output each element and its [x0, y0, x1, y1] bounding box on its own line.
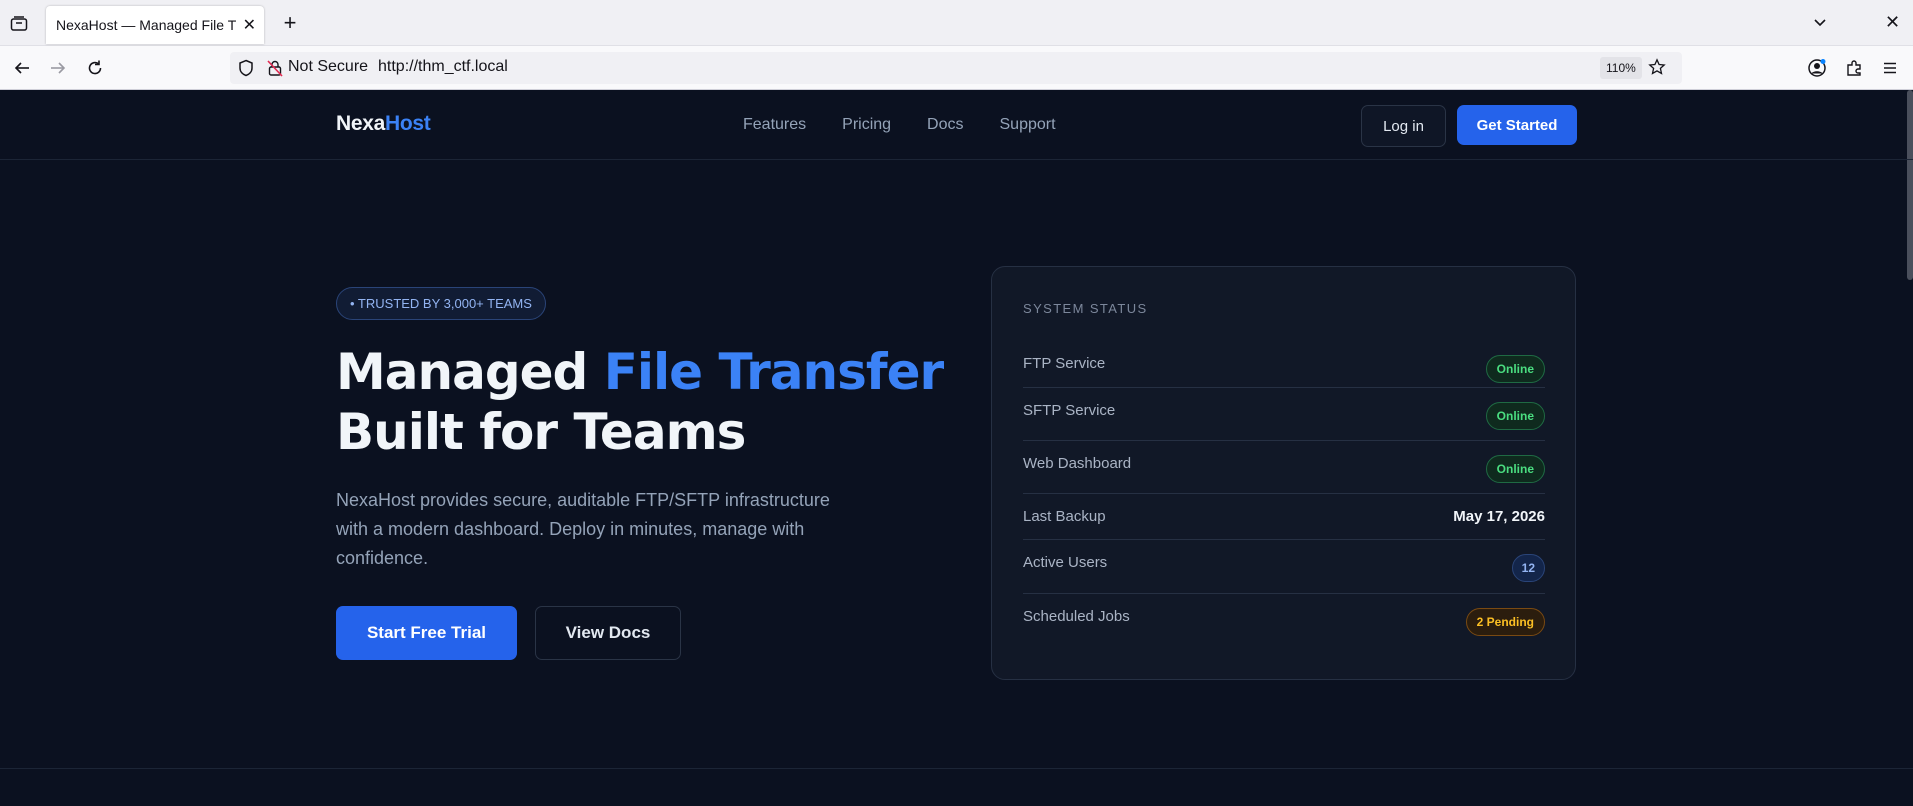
- start-free-trial-button[interactable]: Start Free Trial: [336, 606, 517, 660]
- status-value: May 17, 2026: [1453, 508, 1545, 525]
- status-row-sftp: SFTP Service Online: [1023, 388, 1545, 441]
- logo-main: Nexa: [336, 112, 386, 135]
- browser-tab-bar: NexaHost — Managed File Transfer ✕ + ✕: [0, 0, 1913, 46]
- status-badge: Online: [1485, 455, 1545, 483]
- status-row-scheduled-jobs: Scheduled Jobs 2 Pending: [1023, 594, 1545, 647]
- nav-link-features[interactable]: Features: [743, 116, 806, 134]
- login-button[interactable]: Log in: [1361, 105, 1446, 147]
- main-nav: Features Pricing Docs Support: [743, 116, 1092, 134]
- status-row-ftp: FTP Service Online: [1023, 347, 1545, 388]
- url-bar[interactable]: Not Secure http://thm_ctf.local 110%: [230, 52, 1682, 84]
- status-label: Scheduled Jobs: [1023, 608, 1130, 625]
- web-page: NexaHost Features Pricing Docs Support L…: [0, 90, 1913, 806]
- status-label: FTP Service: [1023, 355, 1106, 372]
- reload-icon[interactable]: [83, 56, 107, 80]
- star-icon[interactable]: [1648, 58, 1666, 80]
- status-label: Last Backup: [1023, 508, 1106, 525]
- browser-toolbar: Not Secure http://thm_ctf.local 110%: [0, 46, 1913, 90]
- tab-title: NexaHost — Managed File Transfer: [56, 17, 236, 33]
- hero-subtitle: NexaHost provides secure, auditable FTP/…: [336, 490, 830, 568]
- system-status-card: SYSTEM STATUS FTP Service Online SFTP Se…: [991, 266, 1576, 680]
- status-label: SFTP Service: [1023, 402, 1116, 419]
- view-docs-button[interactable]: View Docs: [535, 606, 681, 660]
- hero-title-accent: File Transfer: [603, 343, 944, 401]
- status-row-last-backup: Last Backup May 17, 2026: [1023, 494, 1545, 540]
- extensions-icon[interactable]: [1842, 56, 1866, 80]
- status-heading: SYSTEM STATUS: [1023, 301, 1148, 316]
- url-text[interactable]: http://thm_ctf.local: [378, 58, 508, 76]
- account-icon[interactable]: [1805, 56, 1829, 80]
- status-row-active-users: Active Users 12: [1023, 540, 1545, 594]
- status-label: Active Users: [1023, 554, 1108, 571]
- chevron-down-icon[interactable]: [1812, 14, 1834, 34]
- lock-slash-icon[interactable]: [266, 59, 284, 81]
- forward-icon[interactable]: [46, 56, 70, 80]
- tab-list-icon[interactable]: [6, 12, 32, 36]
- pending-badge: 2 Pending: [1465, 608, 1545, 636]
- hero-title-line2: Built for Teams: [336, 403, 746, 461]
- status-label: Web Dashboard: [1023, 455, 1132, 472]
- zoom-indicator[interactable]: 110%: [1600, 57, 1642, 79]
- close-icon[interactable]: ✕: [243, 16, 256, 34]
- close-icon[interactable]: ✕: [1885, 12, 1900, 33]
- plus-icon[interactable]: +: [278, 12, 302, 36]
- menu-icon[interactable]: [1878, 56, 1902, 80]
- status-row-web-dashboard: Web Dashboard Online: [1023, 441, 1545, 494]
- section-divider: [0, 768, 1913, 769]
- hero-title: Managed File Transfer Built for Teams: [336, 342, 944, 462]
- nav-link-pricing[interactable]: Pricing: [842, 116, 891, 134]
- browser-tab[interactable]: NexaHost — Managed File Transfer ✕: [46, 6, 264, 44]
- status-badge: Online: [1485, 355, 1545, 383]
- back-icon[interactable]: [10, 56, 34, 80]
- count-badge: 12: [1511, 554, 1545, 582]
- site-header: NexaHost Features Pricing Docs Support L…: [0, 90, 1913, 160]
- status-badge: Online: [1485, 402, 1545, 430]
- trusted-badge: • TRUSTED BY 3,000+ TEAMS: [336, 287, 546, 320]
- logo-accent: Host: [385, 112, 431, 135]
- nav-link-docs[interactable]: Docs: [927, 116, 963, 134]
- get-started-button[interactable]: Get Started: [1457, 105, 1577, 145]
- site-logo[interactable]: NexaHost: [336, 112, 431, 136]
- shield-icon[interactable]: [238, 59, 254, 81]
- nav-link-support[interactable]: Support: [1000, 116, 1056, 134]
- security-label[interactable]: Not Secure: [288, 58, 368, 76]
- hero-title-part1: Managed: [336, 343, 604, 401]
